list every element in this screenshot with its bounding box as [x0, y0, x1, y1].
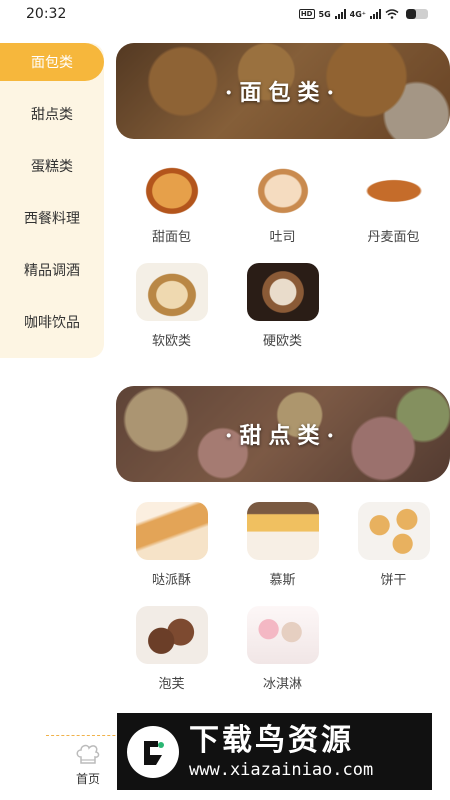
network-4g-label: 4G⁺: [349, 9, 366, 19]
wifi-icon: [385, 9, 399, 19]
mousse-image: [246, 502, 319, 560]
grid-item-label: 丹麦面包: [367, 230, 420, 245]
grid-item-label: 泡芙: [158, 677, 185, 692]
sidebar-item-label: 精品调酒: [24, 263, 80, 279]
soft-european-bread-image: [135, 263, 208, 321]
grid-item-label: 吐司: [269, 230, 296, 245]
pastry-roll-image: [135, 502, 208, 560]
sidebar-item-western[interactable]: 西餐料理: [0, 192, 104, 244]
ice-cream-image: [246, 606, 319, 664]
grid-item-label: 硬欧类: [262, 334, 302, 349]
sidebar-item-coffee[interactable]: 咖啡饮品: [0, 296, 104, 348]
sidebar-item-label: 蛋糕类: [31, 159, 73, 175]
sidebar-item-label: 面包类: [31, 55, 73, 71]
dessert-grid: 哒派酥 慕斯 饼干 泡芙 冰淇淋: [116, 482, 450, 710]
banner-title: ·甜点类·: [224, 423, 342, 449]
grid-item-dapai[interactable]: 哒派酥: [116, 502, 227, 606]
croissant-image: [357, 159, 430, 217]
status-bar: 20:32 HD 5G 4G⁺: [0, 0, 450, 28]
watermark-title: 下载鸟资源: [189, 722, 354, 758]
network-5g-label: 5G: [318, 9, 331, 19]
watermark-url: www.xiazainiao.com: [189, 759, 374, 780]
sidebar-item-dessert[interactable]: 甜点类: [0, 88, 104, 140]
grid-item-label: 软欧类: [151, 334, 191, 349]
grid-item-label: 哒派酥: [151, 573, 191, 588]
bird-logo-icon: [127, 725, 179, 778]
sidebar-item-bread[interactable]: 面包类: [0, 43, 104, 81]
bread-grid: 甜面包 吐司 丹麦面包 软欧类 硬欧类: [116, 139, 450, 367]
sidebar-item-label: 甜点类: [31, 107, 73, 123]
watermark-banner: 下载鸟资源 www.xiazainiao.com: [117, 713, 432, 790]
battery-fill: [406, 9, 416, 19]
sidebar-item-label: 咖啡饮品: [24, 315, 80, 331]
grid-item-danish[interactable]: 丹麦面包: [338, 159, 449, 263]
grid-item-icecream[interactable]: 冰淇淋: [227, 606, 338, 710]
signal-icon: [334, 9, 346, 19]
sidebar-item-label: 西餐料理: [24, 211, 80, 227]
battery-icon: [406, 9, 428, 19]
bottom-strip: [0, 790, 450, 800]
tab-home-label: 首页: [75, 772, 100, 786]
grid-item-toast[interactable]: 吐司: [227, 159, 338, 263]
signal-icon-2: [370, 9, 381, 19]
dessert-banner: ·甜点类·: [116, 386, 450, 482]
banner-title: ·面包类·: [224, 80, 342, 106]
hd-badge: HD: [298, 9, 315, 19]
watermark-text: 下载鸟资源 www.xiazainiao.com: [189, 722, 374, 780]
grid-item-mousse[interactable]: 慕斯: [227, 502, 338, 606]
biscuit-image: [357, 502, 430, 560]
hard-european-bread-image: [246, 263, 319, 321]
status-time: 20:32: [26, 6, 67, 22]
grid-item-sweet-bread[interactable]: 甜面包: [116, 159, 227, 263]
sidebar-item-cocktail[interactable]: 精品调酒: [0, 244, 104, 296]
cream-puff-image: [135, 606, 208, 664]
category-content: ·面包类· 甜面包 吐司 丹麦面包 软欧类 硬欧类 ·甜点类· 哒派酥 慕斯 饼…: [116, 43, 450, 710]
grid-item-hard-european[interactable]: 硬欧类: [227, 263, 338, 367]
grid-item-label: 甜面包: [151, 230, 191, 245]
toast-image: [246, 159, 319, 217]
grid-item-label: 饼干: [380, 573, 407, 588]
sidebar-item-cake[interactable]: 蛋糕类: [0, 140, 104, 192]
grid-item-soft-european[interactable]: 软欧类: [116, 263, 227, 367]
grid-item-label: 慕斯: [269, 573, 296, 588]
sweet-bread-image: [135, 159, 208, 217]
category-sidebar: 面包类 甜点类 蛋糕类 西餐料理 精品调酒 咖啡饮品: [0, 43, 104, 358]
grid-item-biscuit[interactable]: 饼干: [338, 502, 449, 606]
chef-hat-icon: [75, 742, 101, 768]
grid-item-puff[interactable]: 泡芙: [116, 606, 227, 710]
tab-home[interactable]: 首页: [58, 742, 118, 787]
bread-banner: ·面包类·: [116, 43, 450, 139]
status-icons: HD 5G 4G⁺: [298, 9, 428, 19]
grid-item-label: 冰淇淋: [262, 677, 302, 692]
